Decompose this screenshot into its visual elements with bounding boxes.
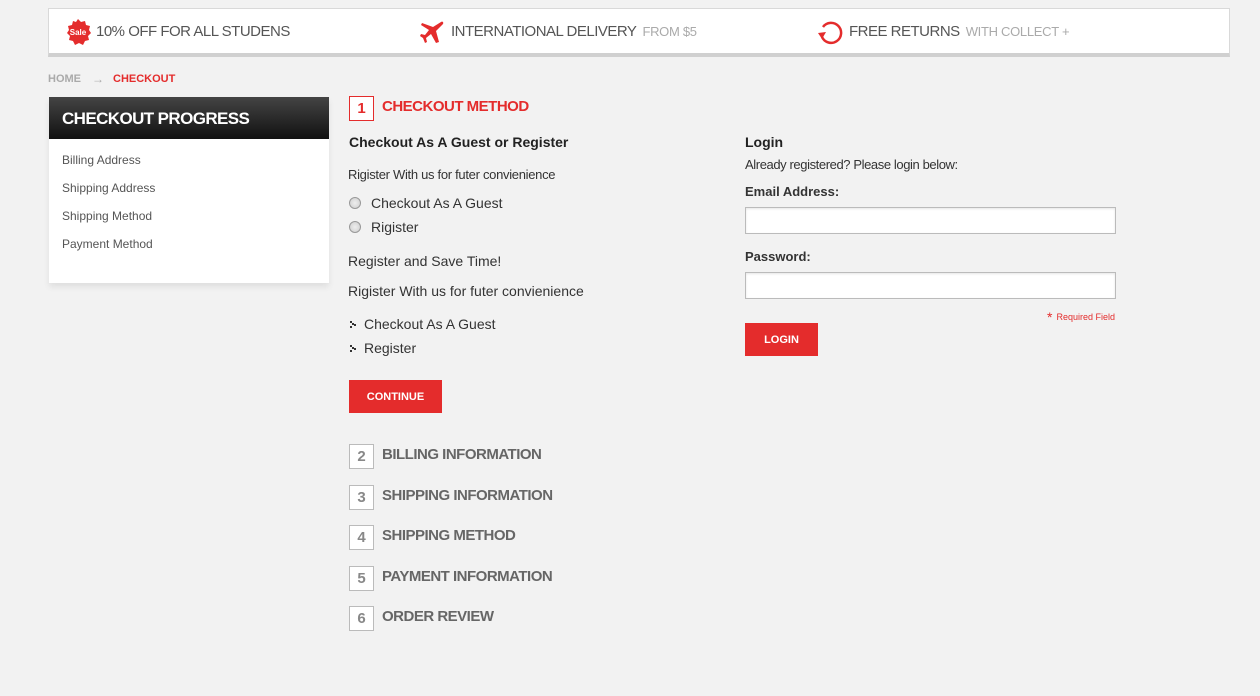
step-shipping-method[interactable]: 4 SHIPPING METHOD xyxy=(349,525,516,550)
promo-students-discount: Sale 10% OFF FOR ALL STUDENS xyxy=(64,9,290,54)
step-checkout-method[interactable]: 1 CHECKOUT METHOD xyxy=(349,96,529,121)
sale-badge-icon: Sale xyxy=(67,18,91,45)
return-arrow-icon xyxy=(818,21,843,44)
radio-button[interactable] xyxy=(349,197,361,209)
step-title: ORDER REVIEW xyxy=(382,608,494,625)
step-order-review[interactable]: 6 ORDER REVIEW xyxy=(349,606,494,631)
progress-item-shipping-method: Shipping Method xyxy=(62,209,153,223)
promo-bar: Sale 10% OFF FOR ALL STUDENS INTERNATION… xyxy=(48,8,1230,57)
bullet-label: Checkout As A Guest xyxy=(364,316,496,332)
step-number: 2 xyxy=(349,444,374,469)
breadcrumb: HOME → CHECKOUT xyxy=(48,72,175,86)
step-title: PAYMENT INFORMATION xyxy=(382,568,553,585)
checkout-intro-2: Rigister With us for futer convienience xyxy=(348,283,584,299)
step-number: 5 xyxy=(349,566,374,591)
password-label: Password: xyxy=(745,249,811,264)
checkout-progress-sidebar: CHECKOUT PROGRESS Billing Address Shippi… xyxy=(49,97,329,283)
continue-button[interactable]: CONTINUE xyxy=(349,380,442,413)
email-label: Email Address: xyxy=(745,184,840,199)
step-number: 3 xyxy=(349,485,374,510)
bullet-label: Register xyxy=(364,340,417,356)
step-title: CHECKOUT METHOD xyxy=(382,98,529,115)
required-star: * xyxy=(1047,309,1053,325)
bullet-checkout-guest: Checkout As A Guest xyxy=(348,316,496,332)
arrow-right-icon: → xyxy=(92,72,104,86)
step-title: BILLING INFORMATION xyxy=(382,446,542,463)
step-billing-information[interactable]: 2 BILLING INFORMATION xyxy=(349,444,542,469)
login-subtitle: Already registered? Please login below: xyxy=(745,157,958,172)
password-field[interactable] xyxy=(745,272,1116,299)
progress-list: Billing Address Shipping Address Shippin… xyxy=(49,139,329,279)
login-button[interactable]: LOGIN xyxy=(745,323,818,356)
breadcrumb-current: CHECKOUT xyxy=(113,73,176,85)
bullet-register: Register xyxy=(348,340,416,356)
progress-item-payment-method: Payment Method xyxy=(62,237,153,251)
promo-main-text: FREE RETURNS xyxy=(849,23,960,40)
plane-icon xyxy=(420,21,444,43)
progress-item-shipping-address: Shipping Address xyxy=(62,181,156,195)
step-shipping-information[interactable]: 3 SHIPPING INFORMATION xyxy=(349,485,553,510)
promo-main-text: INTERNATIONAL DELIVERY xyxy=(451,23,637,40)
promo-international-delivery: INTERNATIONAL DELIVERY FROM $5 xyxy=(419,9,697,54)
step-title: SHIPPING METHOD xyxy=(382,527,516,544)
checkout-heading: Checkout As A Guest or Register xyxy=(349,134,569,150)
checkout-intro: Rigister With us for futer convienience xyxy=(348,167,556,182)
required-text: Required Field xyxy=(1056,312,1115,322)
svg-text:Sale: Sale xyxy=(70,28,87,37)
promo-main-text: 10% OFF FOR ALL STUDENS xyxy=(96,23,290,40)
bullet-arrow-icon xyxy=(350,344,356,352)
progress-item-billing-address: Billing Address xyxy=(62,153,141,167)
breadcrumb-home-link[interactable]: HOME xyxy=(48,73,81,85)
sidebar-title: CHECKOUT PROGRESS xyxy=(49,97,329,139)
promo-free-returns: FREE RETURNS WITH COLLECT + xyxy=(817,9,1070,54)
bullet-arrow-icon xyxy=(350,320,356,328)
promo-sub-text: WITH COLLECT + xyxy=(965,24,1070,39)
login-panel: Login Already registered? Please login b… xyxy=(745,130,1117,360)
radio-button[interactable] xyxy=(349,221,361,233)
step-number: 1 xyxy=(349,96,374,121)
radio-checkout-guest[interactable]: Checkout As A Guest xyxy=(348,195,503,211)
radio-register[interactable]: Rigister xyxy=(348,219,418,235)
promo-sub-text: FROM $5 xyxy=(642,24,697,39)
radio-label: Rigister xyxy=(371,219,419,235)
step-title: SHIPPING INFORMATION xyxy=(382,487,553,504)
step-number: 4 xyxy=(349,525,374,550)
login-title: Login xyxy=(745,134,784,150)
step-number: 6 xyxy=(349,606,374,631)
step-payment-information[interactable]: 5 PAYMENT INFORMATION xyxy=(349,566,553,591)
required-field-note: * Required Field xyxy=(1047,307,1115,325)
email-field[interactable] xyxy=(745,207,1116,234)
radio-label: Checkout As A Guest xyxy=(371,195,503,211)
save-time-text: Register and Save Time! xyxy=(348,253,502,269)
